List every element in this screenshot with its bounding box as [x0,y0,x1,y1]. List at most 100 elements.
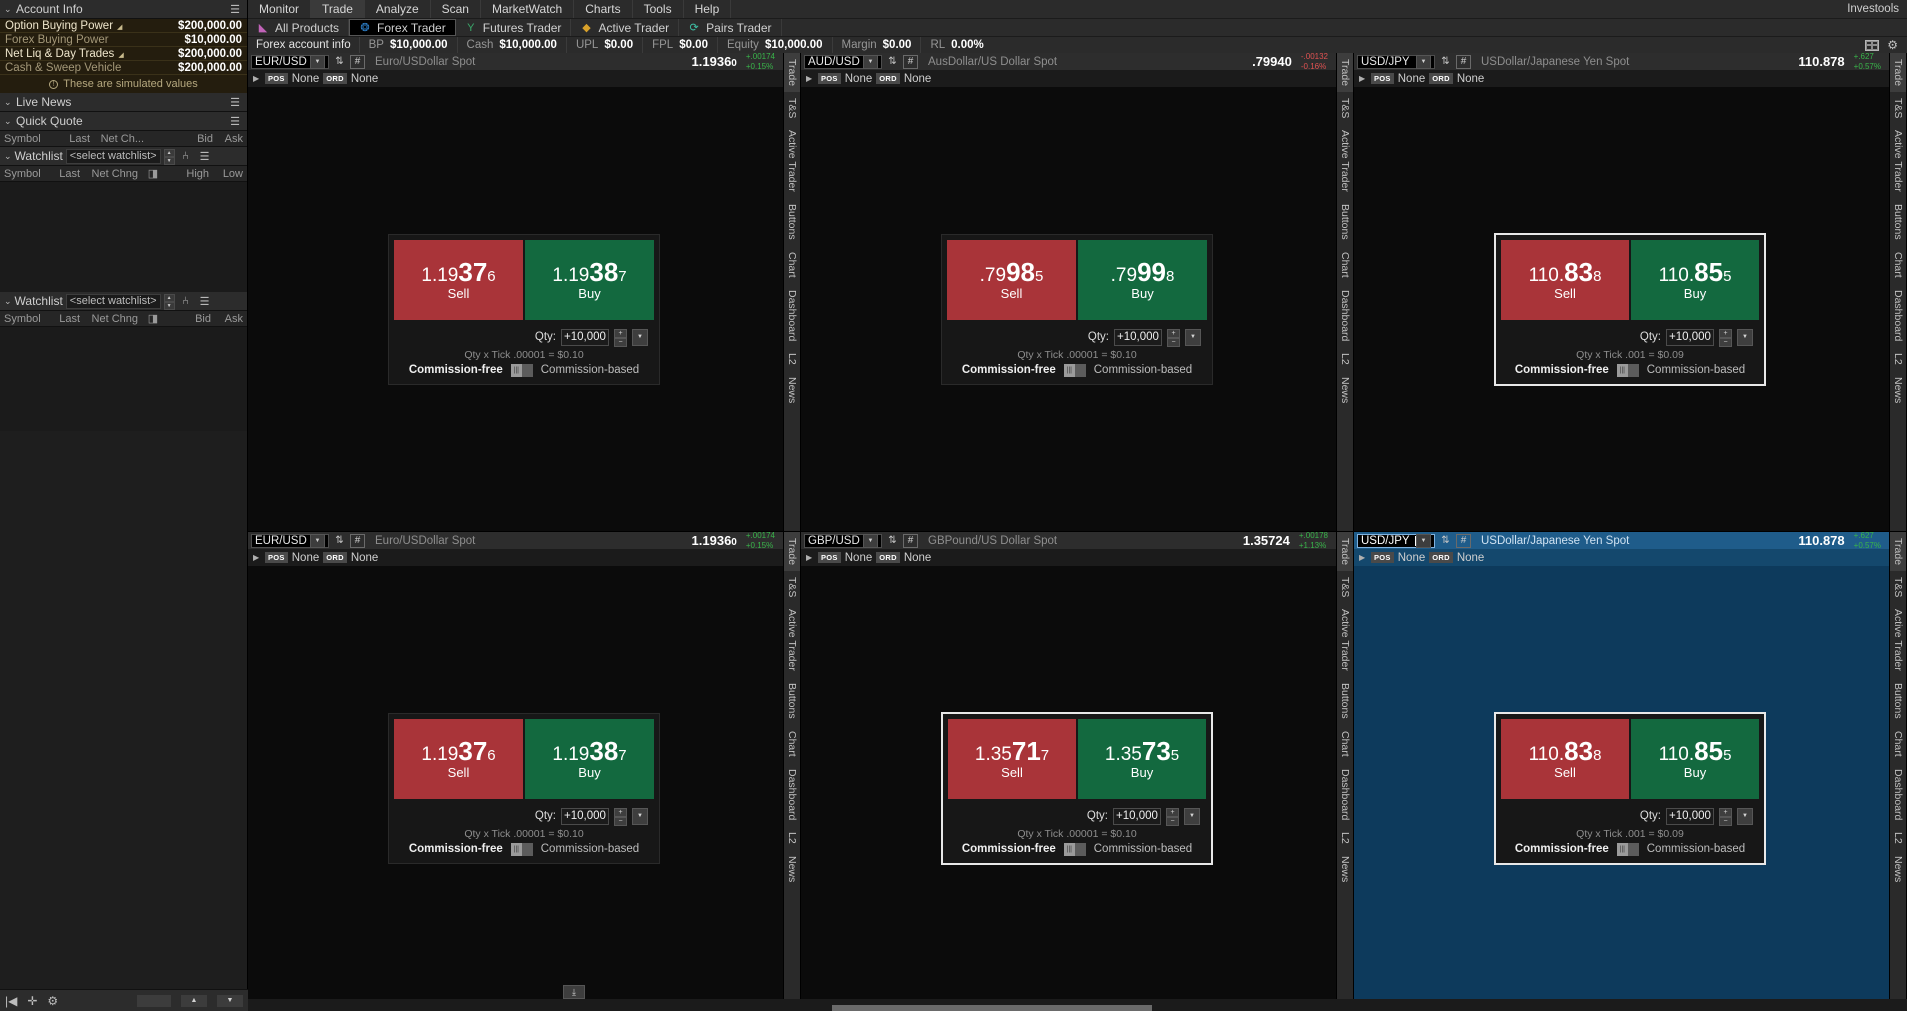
vtab-trade[interactable]: Trade [784,53,800,93]
chevron-down-icon[interactable]: ▼ [1416,533,1431,548]
vtab-dashboard[interactable]: Dashboard [784,284,800,347]
account-row-option-buying-power[interactable]: Option Buying Power ◢ $200,000.00 [0,19,247,33]
menu-tools[interactable]: Tools [633,0,684,18]
qty-input[interactable]: +10,000 [1666,807,1714,825]
commission-toggle[interactable]: ||| [1616,842,1639,856]
qty-dropdown-icon[interactable]: ▼ [1737,328,1753,346]
vtab-active-trader[interactable]: Active Trader [1890,603,1906,677]
vtab-buttons[interactable]: Buttons [1890,198,1906,246]
qty-dropdown-icon[interactable]: ▼ [1185,328,1201,346]
vtab-news[interactable]: News [784,850,800,888]
vtab-ts[interactable]: T&S [784,571,800,603]
vtab-l2[interactable]: L2 [1890,347,1906,371]
symbol-input[interactable]: AUD/USD ▼ [804,54,882,69]
vtab-dashboard[interactable]: Dashboard [1890,763,1906,826]
vtab-chart[interactable]: Chart [784,246,800,284]
qty-input[interactable]: +10,000 [561,328,609,346]
col-ask[interactable]: Ask [215,313,247,325]
col-bid[interactable]: Bid [148,133,217,145]
sell-button[interactable]: 110.838 Sell [1501,239,1629,320]
qty-stepper[interactable]: + − [614,807,627,826]
tab-pairs-trader[interactable]: ⟳ Pairs Trader [679,19,782,36]
swap-icon[interactable]: ⇅ [1439,55,1452,69]
col-net-chng[interactable]: Net Chng [84,168,142,180]
gear-icon[interactable]: ⚙ [47,994,58,1008]
vtab-buttons[interactable]: Buttons [1337,677,1353,725]
commission-toggle[interactable]: ||| [510,363,533,377]
vtab-ts[interactable]: T&S [784,92,800,124]
tab-forex-trader[interactable]: ❂ Forex Trader [349,19,456,36]
watchlist-1-header[interactable]: ⌄ Watchlist <select watchlist> ▲ ▼ ⑃ ☰ [0,147,247,166]
vtab-news[interactable]: News [1890,850,1906,888]
menu-help[interactable]: Help [684,0,732,18]
swap-icon[interactable]: ⇅ [333,534,346,548]
vtab-l2[interactable]: L2 [784,347,800,371]
vtab-active-trader[interactable]: Active Trader [784,603,800,677]
buy-button[interactable]: 1.35735 Buy [1078,718,1206,799]
vtab-l2[interactable]: L2 [1337,347,1353,371]
watchlist-2-stepper[interactable]: ▲ ▼ [163,293,175,310]
commission-toggle[interactable]: ||| [510,842,533,856]
vtab-ts[interactable]: T&S [1337,92,1353,124]
watchlist-2-header[interactable]: ⌄ Watchlist <select watchlist> ▲ ▼ ⑃ ☰ [0,292,247,311]
vtab-buttons[interactable]: Buttons [784,198,800,246]
grid-layout-icon[interactable] [1865,39,1880,51]
vtab-trade[interactable]: Trade [1337,532,1353,572]
buy-button[interactable]: 1.19387 Buy [525,718,654,799]
vtab-chart[interactable]: Chart [1890,725,1906,763]
chevron-down-icon[interactable]: ⌄ [4,4,16,15]
list-icon[interactable]: ☰ [227,95,243,109]
gear-icon[interactable]: ⚙ [1887,38,1898,52]
tab-futures-trader[interactable]: Y Futures Trader [456,19,572,36]
hash-icon[interactable]: # [350,533,365,548]
vtab-ts[interactable]: T&S [1337,571,1353,603]
watchlist-2-body[interactable] [0,327,247,431]
quick-quote-header[interactable]: ⌄ Quick Quote ☰ [0,112,247,131]
buy-button[interactable]: .79998 Buy [1078,239,1207,320]
col-high[interactable]: High [164,168,213,180]
hash-icon[interactable]: # [1456,54,1471,69]
chevron-down-icon[interactable]: ▼ [863,54,878,69]
col-symbol[interactable]: Symbol [0,313,48,325]
qty-stepper[interactable]: + − [1719,328,1732,347]
commission-toggle[interactable]: ||| [1063,363,1086,377]
account-row-forex-buying-power[interactable]: Forex Buying Power $10,000.00 [0,33,247,47]
chevron-down-icon[interactable]: ▼ [310,533,325,548]
vtab-buttons[interactable]: Buttons [1337,198,1353,246]
chart-icon[interactable]: ⑃ [178,149,194,163]
caret-right-icon[interactable]: ▶ [1359,553,1367,562]
commission-toggle[interactable]: ||| [1616,363,1639,377]
chart-icon[interactable]: ⑃ [178,294,194,308]
menu-charts[interactable]: Charts [574,0,633,18]
vtab-active-trader[interactable]: Active Trader [784,124,800,198]
col-last[interactable]: Last [56,133,94,145]
vtab-trade[interactable]: Trade [784,532,800,572]
buy-button[interactable]: 110.855 Buy [1631,239,1759,320]
caret-down-icon[interactable]: ▼ [217,994,243,1007]
commission-toggle[interactable]: ||| [1063,842,1086,856]
col-bid[interactable]: Bid [164,313,215,325]
vtab-dashboard[interactable]: Dashboard [1337,763,1353,826]
symbol-input[interactable]: EUR/USD ▼ [251,54,329,69]
col-net-change[interactable]: Net Ch... [94,133,148,145]
chevron-down-icon[interactable]: ⌄ [4,151,12,162]
vtab-chart[interactable]: Chart [1890,246,1906,284]
tab-active-trader[interactable]: ◆ Active Trader [571,19,680,36]
col-ask[interactable]: Ask [217,133,247,145]
col-low[interactable]: Low [213,168,247,180]
menu-trade[interactable]: Trade [311,0,365,18]
hash-icon[interactable]: # [350,54,365,69]
chevron-down-icon[interactable]: ▼ [1416,54,1431,69]
chevron-right-icon[interactable]: ⌄ [4,97,16,108]
menu-scan[interactable]: Scan [431,0,481,18]
swap-icon[interactable]: ⇅ [886,55,899,69]
hash-icon[interactable]: # [903,533,918,548]
caret-right-icon[interactable]: ▶ [253,553,261,562]
chevron-right-icon[interactable]: ⌄ [4,116,16,127]
qty-input[interactable]: +10,000 [1113,807,1161,825]
col-symbol[interactable]: Symbol [0,133,56,145]
vtab-chart[interactable]: Chart [1337,725,1353,763]
qty-stepper[interactable]: + − [1719,807,1732,826]
hash-icon[interactable]: # [903,54,918,69]
account-info-header[interactable]: ⌄ Account Info ☰ [0,0,247,19]
